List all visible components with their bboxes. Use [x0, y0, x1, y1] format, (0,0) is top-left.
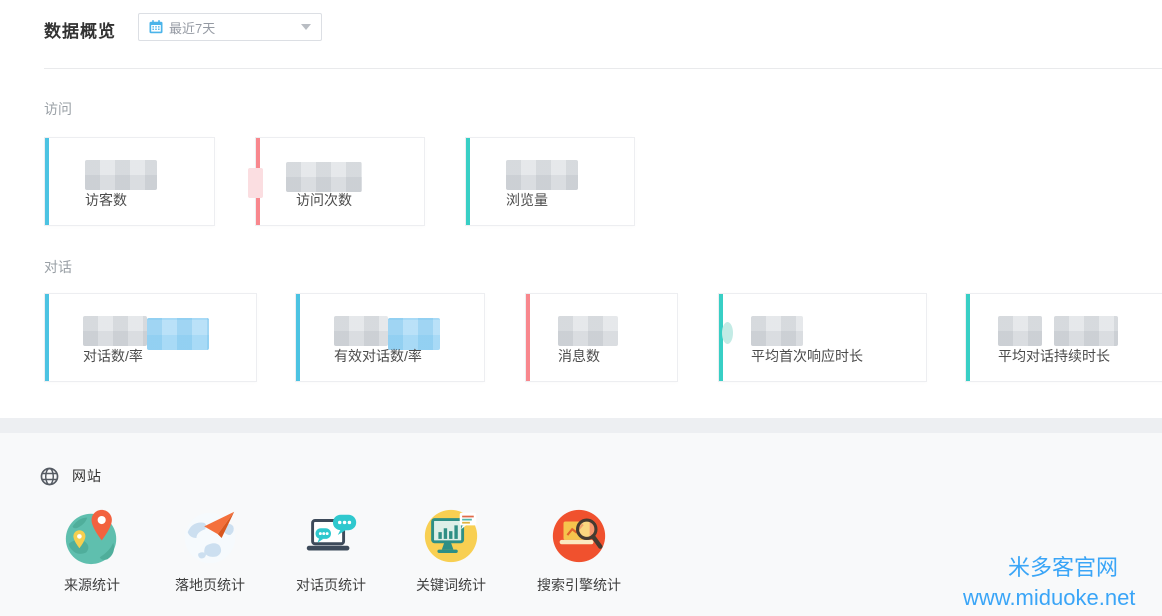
shortcut-label: 对话页统计	[269, 575, 393, 595]
blurred-value-rate	[147, 318, 209, 350]
website-header: 网站	[40, 466, 102, 486]
paper-plane-map-icon	[179, 505, 241, 567]
laptop-chat-icon	[300, 505, 362, 567]
watermark: 米多客官网 www.miduoke.net	[963, 553, 1135, 613]
stat-card-label: 访客数	[85, 190, 127, 210]
stat-card-avg-chat-duration: 平均对话持续时长	[965, 293, 1162, 382]
blurred-value	[506, 160, 578, 190]
stat-card-chat-count-rate: 对话数/率	[44, 293, 257, 382]
stat-card-label: 浏览量	[506, 190, 548, 210]
stat-card-label: 消息数	[558, 346, 600, 366]
date-range-dropdown[interactable]: 最近7天	[138, 13, 322, 41]
stat-card-label: 访问次数	[296, 190, 352, 210]
stat-card-label: 平均首次响应时长	[751, 346, 863, 366]
section-label-chat: 对话	[44, 257, 72, 277]
shortcut-label: 关键词统计	[389, 575, 513, 595]
card-accent-bar	[966, 294, 970, 381]
section-separator	[0, 418, 1162, 433]
blurred-value	[334, 316, 388, 346]
blurred-value	[558, 316, 618, 346]
magnifier-laptop-icon	[548, 505, 610, 567]
shortcut-label: 搜索引擎统计	[517, 575, 641, 595]
stat-card-messages: 消息数	[525, 293, 678, 382]
stat-card-label: 对话数/率	[83, 346, 143, 366]
shortcut-source-stats[interactable]: 来源统计	[30, 505, 154, 595]
watermark-site-name: 米多客官网	[963, 553, 1135, 583]
globe-icon	[40, 467, 59, 486]
card-accent-bar	[45, 138, 49, 225]
section-label-visit: 访问	[44, 99, 72, 119]
stat-card-visits: 访问次数	[255, 137, 425, 226]
monitor-chart-icon	[420, 505, 482, 567]
date-range-value: 最近7天	[169, 18, 301, 37]
chevron-down-icon	[301, 24, 311, 30]
stat-card-avg-first-response: 平均首次响应时长	[718, 293, 927, 382]
calendar-icon	[149, 20, 163, 34]
page-title: 数据概览	[44, 17, 116, 42]
card-accent-bar	[296, 294, 300, 381]
shortcut-landing-page-stats[interactable]: 落地页统计	[148, 505, 272, 595]
shortcut-search-engine-stats[interactable]: 搜索引擎统计	[517, 505, 641, 595]
website-label: 网站	[72, 466, 102, 486]
card-accent-bar	[45, 294, 49, 381]
blurred-value	[1054, 316, 1118, 346]
card-accent-bar	[526, 294, 530, 381]
shortcut-label: 落地页统计	[148, 575, 272, 595]
shortcut-label: 来源统计	[30, 575, 154, 595]
blurred-value	[83, 316, 147, 346]
source-pin-globe-icon	[61, 505, 123, 567]
blurred-value	[286, 162, 362, 192]
shortcut-chat-page-stats[interactable]: 对话页统计	[269, 505, 393, 595]
blurred-blob	[722, 322, 733, 344]
blurred-value	[751, 316, 803, 346]
shortcut-keyword-stats[interactable]: 关键词统计	[389, 505, 513, 595]
analytics-overview-page: 数据概览 最近7天 访问 访客数 访问次数 浏览量 对话 对话数/率	[0, 0, 1162, 616]
watermark-url: www.miduoke.net	[963, 583, 1135, 613]
stat-card-label: 有效对话数/率	[334, 346, 422, 366]
stat-card-label: 平均对话持续时长	[998, 346, 1110, 366]
stat-card-visitors: 访客数	[44, 137, 215, 226]
stat-card-pageviews: 浏览量	[465, 137, 635, 226]
stat-card-valid-chat-count-rate: 有效对话数/率	[295, 293, 485, 382]
header-divider	[44, 68, 1162, 69]
blurred-value	[998, 316, 1042, 346]
card-accent-bar	[466, 138, 470, 225]
blurred-blob	[248, 168, 263, 198]
blurred-value	[85, 160, 157, 190]
